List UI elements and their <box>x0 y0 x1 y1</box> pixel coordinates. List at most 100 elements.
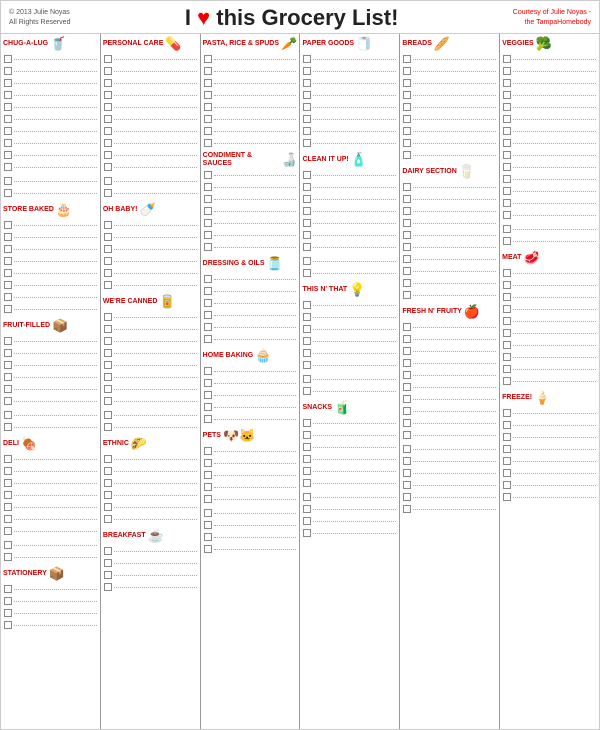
checkbox[interactable] <box>403 219 411 227</box>
checkbox[interactable] <box>204 183 212 191</box>
checkbox[interactable] <box>403 207 411 215</box>
checkbox[interactable] <box>4 55 12 63</box>
checkbox[interactable] <box>204 139 212 147</box>
checkbox[interactable] <box>503 187 511 195</box>
checkbox[interactable] <box>303 337 311 345</box>
checkbox[interactable] <box>503 139 511 147</box>
checkbox[interactable] <box>4 177 12 185</box>
checkbox[interactable] <box>204 367 212 375</box>
checkbox[interactable] <box>204 545 212 553</box>
checkbox[interactable] <box>403 407 411 415</box>
checkbox[interactable] <box>4 127 12 135</box>
checkbox[interactable] <box>4 397 12 405</box>
checkbox[interactable] <box>204 495 212 503</box>
checkbox[interactable] <box>4 479 12 487</box>
checkbox[interactable] <box>503 305 511 313</box>
checkbox[interactable] <box>503 55 511 63</box>
checkbox[interactable] <box>503 433 511 441</box>
checkbox[interactable] <box>303 375 311 383</box>
checkbox[interactable] <box>204 55 212 63</box>
checkbox[interactable] <box>503 91 511 99</box>
checkbox[interactable] <box>104 325 112 333</box>
checkbox[interactable] <box>4 337 12 345</box>
checkbox[interactable] <box>503 409 511 417</box>
checkbox[interactable] <box>503 457 511 465</box>
checkbox[interactable] <box>4 541 12 549</box>
checkbox[interactable] <box>204 207 212 215</box>
checkbox[interactable] <box>4 503 12 511</box>
checkbox[interactable] <box>104 361 112 369</box>
checkbox[interactable] <box>4 597 12 605</box>
checkbox[interactable] <box>104 571 112 579</box>
checkbox[interactable] <box>303 231 311 239</box>
checkbox[interactable] <box>204 323 212 331</box>
checkbox[interactable] <box>303 387 311 395</box>
checkbox[interactable] <box>403 431 411 439</box>
checkbox[interactable] <box>104 503 112 511</box>
checkbox[interactable] <box>204 127 212 135</box>
checkbox[interactable] <box>204 459 212 467</box>
checkbox[interactable] <box>503 445 511 453</box>
checkbox[interactable] <box>403 457 411 465</box>
checkbox[interactable] <box>4 385 12 393</box>
checkbox[interactable] <box>104 233 112 241</box>
checkbox[interactable] <box>104 221 112 229</box>
checkbox[interactable] <box>4 233 12 241</box>
checkbox[interactable] <box>503 211 511 219</box>
checkbox[interactable] <box>403 255 411 263</box>
checkbox[interactable] <box>4 467 12 475</box>
checkbox[interactable] <box>503 151 511 159</box>
checkbox[interactable] <box>204 287 212 295</box>
checkbox[interactable] <box>204 299 212 307</box>
checkbox[interactable] <box>204 447 212 455</box>
checkbox[interactable] <box>104 281 112 289</box>
checkbox[interactable] <box>204 219 212 227</box>
checkbox[interactable] <box>204 403 212 411</box>
checkbox[interactable] <box>204 509 212 517</box>
checkbox[interactable] <box>503 237 511 245</box>
checkbox[interactable] <box>503 469 511 477</box>
checkbox[interactable] <box>204 79 212 87</box>
checkbox[interactable] <box>303 269 311 277</box>
checkbox[interactable] <box>303 183 311 191</box>
checkbox[interactable] <box>303 517 311 525</box>
checkbox[interactable] <box>104 139 112 147</box>
checkbox[interactable] <box>4 163 12 171</box>
checkbox[interactable] <box>303 443 311 451</box>
checkbox[interactable] <box>104 373 112 381</box>
checkbox[interactable] <box>403 359 411 367</box>
checkbox[interactable] <box>104 349 112 357</box>
checkbox[interactable] <box>403 91 411 99</box>
checkbox[interactable] <box>303 479 311 487</box>
checkbox[interactable] <box>104 55 112 63</box>
checkbox[interactable] <box>503 421 511 429</box>
checkbox[interactable] <box>4 305 12 313</box>
checkbox[interactable] <box>303 349 311 357</box>
checkbox[interactable] <box>104 467 112 475</box>
checkbox[interactable] <box>104 257 112 265</box>
checkbox[interactable] <box>403 371 411 379</box>
checkbox[interactable] <box>104 91 112 99</box>
checkbox[interactable] <box>104 103 112 111</box>
checkbox[interactable] <box>204 243 212 251</box>
checkbox[interactable] <box>503 317 511 325</box>
checkbox[interactable] <box>303 219 311 227</box>
checkbox[interactable] <box>4 67 12 75</box>
checkbox[interactable] <box>204 521 212 529</box>
checkbox[interactable] <box>503 79 511 87</box>
checkbox[interactable] <box>303 431 311 439</box>
checkbox[interactable] <box>303 313 311 321</box>
checkbox[interactable] <box>104 559 112 567</box>
checkbox[interactable] <box>403 481 411 489</box>
checkbox[interactable] <box>204 171 212 179</box>
checkbox[interactable] <box>4 609 12 617</box>
checkbox[interactable] <box>204 311 212 319</box>
checkbox[interactable] <box>4 491 12 499</box>
checkbox[interactable] <box>204 115 212 123</box>
checkbox[interactable] <box>104 189 112 197</box>
checkbox[interactable] <box>403 55 411 63</box>
checkbox[interactable] <box>104 269 112 277</box>
checkbox[interactable] <box>4 585 12 593</box>
checkbox[interactable] <box>403 469 411 477</box>
checkbox[interactable] <box>303 127 311 135</box>
